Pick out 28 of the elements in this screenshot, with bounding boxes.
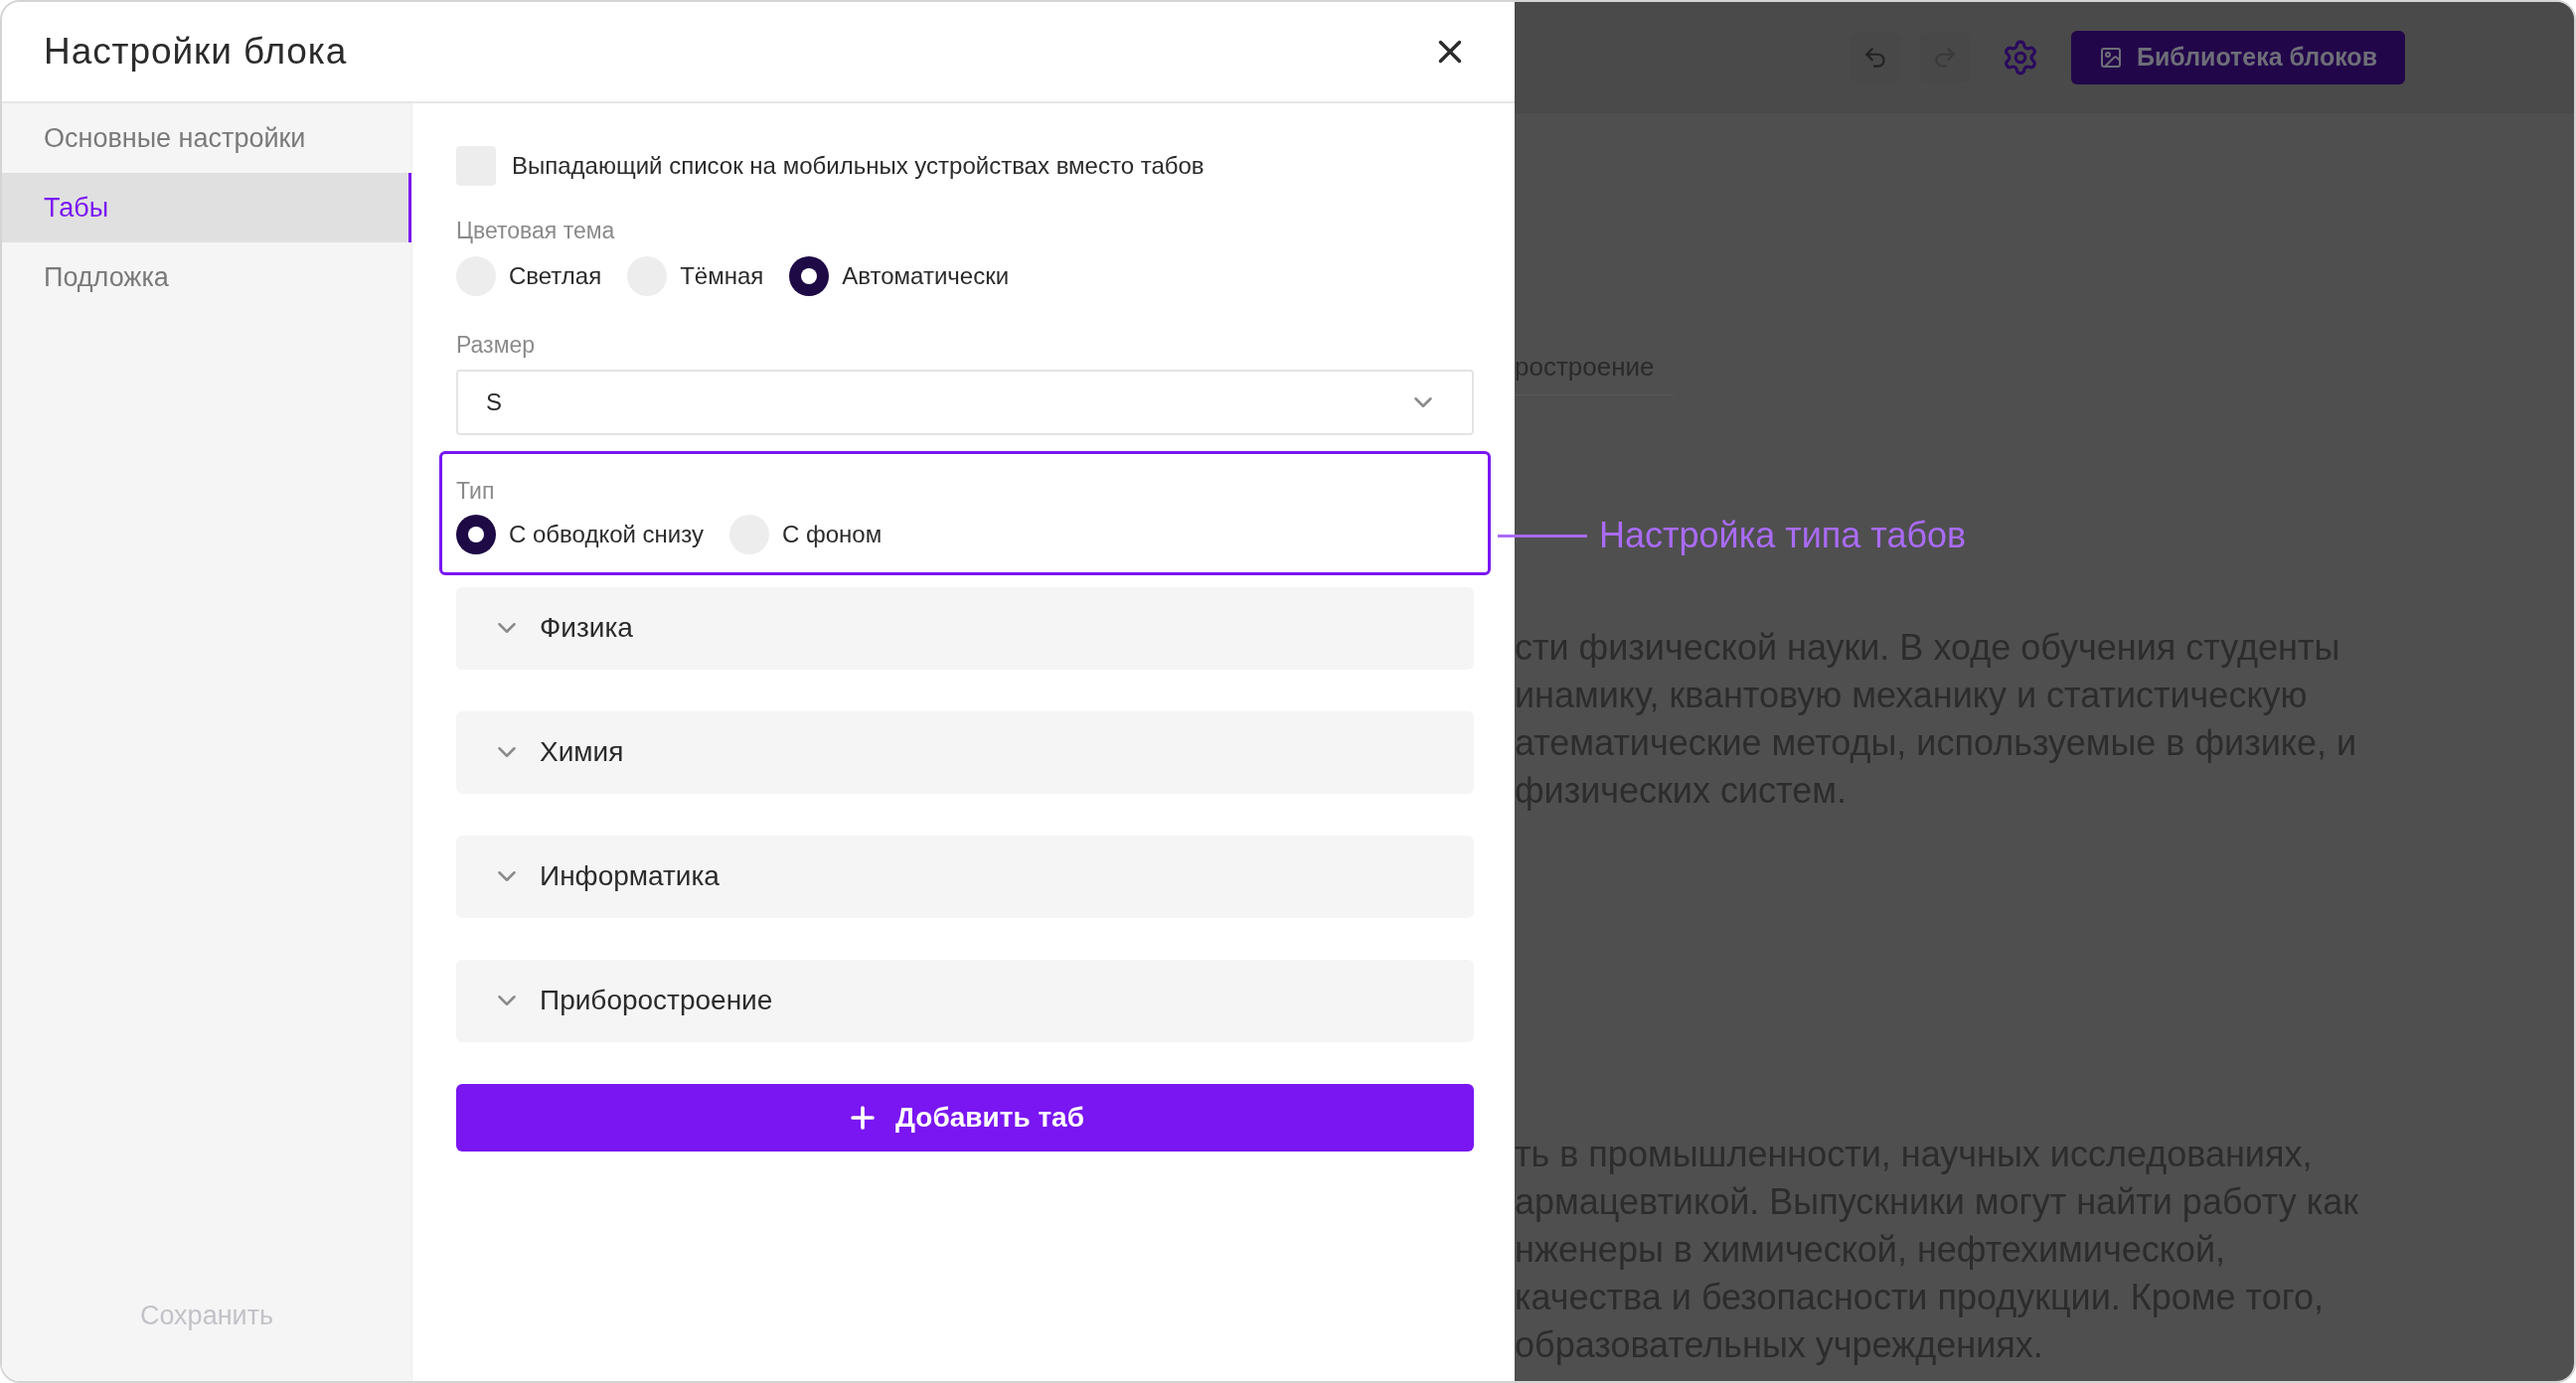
image-icon <box>2098 46 2123 70</box>
field-label: Цветовая тема <box>456 217 616 245</box>
sidebar-item[interactable]: Основные настройки <box>2 103 411 173</box>
radio-label: Тёмная <box>680 260 764 291</box>
tab-title: Физика <box>540 611 633 645</box>
block-library-button[interactable]: Библиотека блоков <box>2070 31 2405 84</box>
field-label: Размер <box>456 330 537 360</box>
annotation-label: Настройка типа табов <box>1599 514 1967 557</box>
add-tab-button[interactable]: Добавить таб <box>456 1083 1474 1152</box>
dialog-title: Настройки блока <box>44 30 348 75</box>
tab-title: Химия <box>540 735 624 769</box>
tab-accordion[interactable]: Физика <box>456 586 1474 670</box>
tab-title: Информатика <box>540 859 720 893</box>
radio-button[interactable] <box>789 255 830 296</box>
checkbox-label: Выпадающий список на мобильных устройствах вместо табов <box>512 151 1205 181</box>
size-select[interactable]: S <box>456 370 1474 435</box>
tab-accordion[interactable]: Приборостроение <box>456 959 1474 1042</box>
tab-title: Приборостроение <box>540 984 773 1017</box>
tab-accordion[interactable]: Информатика <box>456 835 1474 918</box>
radio-label: Светлая <box>509 260 602 291</box>
radio-label: Автоматически <box>842 260 1010 291</box>
field-label: Тип <box>456 477 496 506</box>
sidebar-item[interactable]: Табы <box>2 173 411 242</box>
radio-label: С обводкой снизу <box>509 519 704 549</box>
radio-button[interactable] <box>456 514 496 554</box>
radio-label: С фоном <box>782 519 883 549</box>
sidebar-item[interactable]: Подложка <box>2 242 411 312</box>
tab-accordion[interactable]: Химия <box>456 710 1474 794</box>
